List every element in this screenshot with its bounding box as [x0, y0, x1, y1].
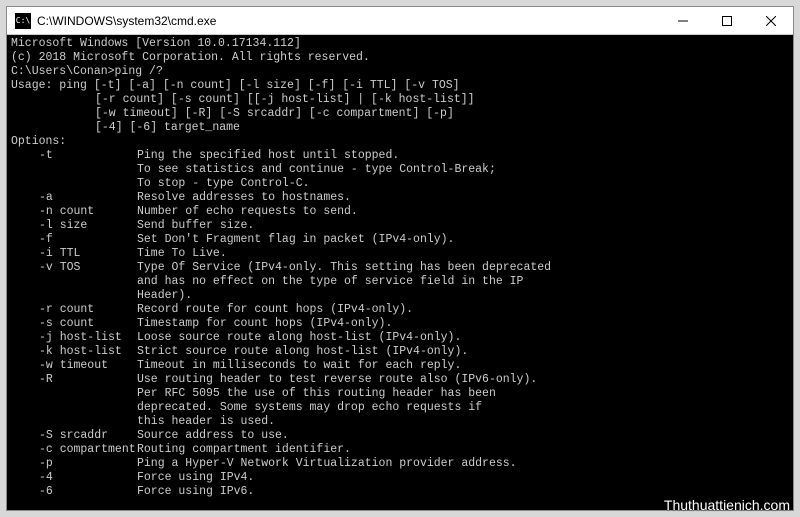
option-row: -v TOSType Of Service (IPv4-only. This s…	[11, 261, 789, 275]
option-row: -i TTLTime To Live.	[11, 247, 789, 261]
cmd-window: C:\ C:\WINDOWS\system32\cmd.exe Microsof…	[6, 6, 794, 511]
option-flag: -l size	[11, 219, 137, 233]
option-desc-cont: To stop - type Control-C.	[11, 177, 789, 191]
option-row: -S srcaddrSource address to use.	[11, 429, 789, 443]
maximize-button[interactable]	[705, 7, 749, 34]
option-flag: -i TTL	[11, 247, 137, 261]
copyright-line: (c) 2018 Microsoft Corporation. All righ…	[11, 51, 789, 65]
options-header: Options:	[11, 135, 789, 149]
option-row: -tPing the specified host until stopped.	[11, 149, 789, 163]
option-row: -c compartmentRouting compartment identi…	[11, 443, 789, 457]
console-area[interactable]: Microsoft Windows [Version 10.0.17134.11…	[7, 35, 793, 510]
cmd-icon: C:\	[15, 13, 31, 29]
option-flag: -R	[11, 373, 137, 387]
option-flag: -S srcaddr	[11, 429, 137, 443]
entered-command: ping /?	[115, 65, 163, 78]
option-row: -w timeoutTimeout in milliseconds to wai…	[11, 359, 789, 373]
option-desc: Source address to use.	[137, 429, 789, 443]
option-desc: Force using IPv4.	[137, 471, 789, 485]
option-desc-cont: deprecated. Some systems may drop echo r…	[11, 401, 789, 415]
prompt-line: C:\Users\Conan>ping /?	[11, 65, 789, 79]
option-row: -6Force using IPv6.	[11, 485, 789, 499]
option-desc: Send buffer size.	[137, 219, 789, 233]
option-flag: -r count	[11, 303, 137, 317]
option-desc-cont: and has no effect on the type of service…	[11, 275, 789, 289]
option-row: -aResolve addresses to hostnames.	[11, 191, 789, 205]
option-desc: Set Don't Fragment flag in packet (IPv4-…	[137, 233, 789, 247]
option-row: -fSet Don't Fragment flag in packet (IPv…	[11, 233, 789, 247]
option-flag: -c compartment	[11, 443, 137, 457]
usage-line: [-w timeout] [-R] [-S srcaddr] [-c compa…	[11, 107, 789, 121]
option-flag: -k host-list	[11, 345, 137, 359]
option-flag: -s count	[11, 317, 137, 331]
option-desc: Record route for count hops (IPv4-only).	[137, 303, 789, 317]
desktop-backdrop: C:\ C:\WINDOWS\system32\cmd.exe Microsof…	[0, 0, 800, 517]
option-desc-cont: Header).	[11, 289, 789, 303]
option-flag: -n count	[11, 205, 137, 219]
option-desc-cont: this header is used.	[11, 415, 789, 429]
window-title: C:\WINDOWS\system32\cmd.exe	[37, 14, 661, 28]
window-controls	[661, 7, 793, 34]
option-row: -4Force using IPv4.	[11, 471, 789, 485]
option-desc: Ping the specified host until stopped.	[137, 149, 789, 163]
option-desc-cont: To see statistics and continue - type Co…	[11, 163, 789, 177]
option-desc: Number of echo requests to send.	[137, 205, 789, 219]
option-row: -n countNumber of echo requests to send.	[11, 205, 789, 219]
option-desc: Force using IPv6.	[137, 485, 789, 499]
option-row: -k host-listStrict source route along ho…	[11, 345, 789, 359]
usage-line: [-r count] [-s count] [[-j host-list] | …	[11, 93, 789, 107]
option-flag: -w timeout	[11, 359, 137, 373]
option-row: -pPing a Hyper-V Network Virtualization …	[11, 457, 789, 471]
option-row: -RUse routing header to test reverse rou…	[11, 373, 789, 387]
usage-line: [-4] [-6] target_name	[11, 121, 789, 135]
option-flag: -f	[11, 233, 137, 247]
option-row: -s countTimestamp for count hops (IPv4-o…	[11, 317, 789, 331]
option-desc: Use routing header to test reverse route…	[137, 373, 789, 387]
option-flag: -a	[11, 191, 137, 205]
option-flag: -j host-list	[11, 331, 137, 345]
option-desc-cont: Per RFC 5095 the use of this routing hea…	[11, 387, 789, 401]
option-row: -j host-listLoose source route along hos…	[11, 331, 789, 345]
usage-line: Usage: ping [-t] [-a] [-n count] [-l siz…	[11, 79, 789, 93]
option-row: -l sizeSend buffer size.	[11, 219, 789, 233]
option-desc: Ping a Hyper-V Network Virtualization pr…	[137, 457, 789, 471]
titlebar[interactable]: C:\ C:\WINDOWS\system32\cmd.exe	[7, 7, 793, 35]
option-desc: Resolve addresses to hostnames.	[137, 191, 789, 205]
option-desc: Routing compartment identifier.	[137, 443, 789, 457]
option-desc: Time To Live.	[137, 247, 789, 261]
option-flag: -v TOS	[11, 261, 137, 275]
close-button[interactable]	[749, 7, 793, 34]
prompt-text: C:\Users\Conan>	[11, 65, 115, 78]
option-flag: -4	[11, 471, 137, 485]
option-flag: -p	[11, 457, 137, 471]
option-desc: Timestamp for count hops (IPv4-only).	[137, 317, 789, 331]
option-flag: -6	[11, 485, 137, 499]
option-desc: Timeout in milliseconds to wait for each…	[137, 359, 789, 373]
banner-line: Microsoft Windows [Version 10.0.17134.11…	[11, 37, 789, 51]
option-desc: Type Of Service (IPv4-only. This setting…	[137, 261, 789, 275]
option-flag: -t	[11, 149, 137, 163]
option-desc: Loose source route along host-list (IPv4…	[137, 331, 789, 345]
option-row: -r countRecord route for count hops (IPv…	[11, 303, 789, 317]
minimize-button[interactable]	[661, 7, 705, 34]
option-desc: Strict source route along host-list (IPv…	[137, 345, 789, 359]
